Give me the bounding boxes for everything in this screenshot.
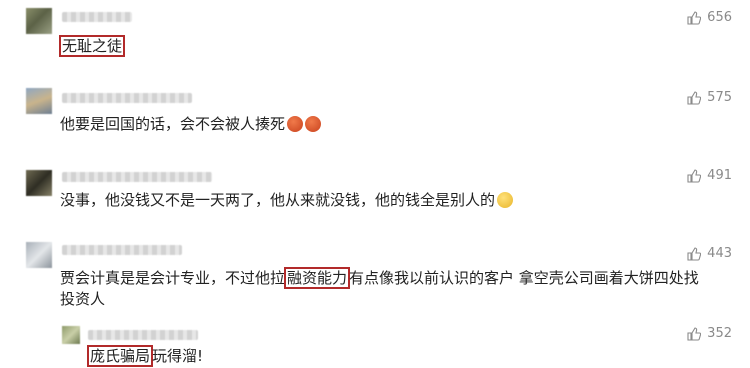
avatar[interactable] — [62, 326, 80, 344]
thumbs-up-icon — [687, 168, 702, 183]
like-button[interactable]: 443 — [687, 246, 732, 261]
like-button[interactable]: 352 — [687, 326, 732, 341]
highlight-box: 无耻之徒 — [59, 35, 126, 57]
avatar[interactable] — [26, 8, 52, 34]
avatar[interactable] — [26, 242, 52, 268]
thumbs-up-icon — [687, 10, 702, 25]
username-blurred[interactable] — [62, 245, 182, 255]
comment-text-line-2: 投资人 — [60, 290, 106, 308]
highlight-box: 融资能力 — [284, 267, 351, 289]
like-count: 352 — [707, 326, 732, 341]
username-blurred[interactable] — [62, 93, 192, 103]
username-blurred[interactable] — [62, 172, 212, 182]
laugh-emoji — [497, 192, 514, 208]
comment-text-line-1: 贾会计真是是会计专业，不过他拉 融资能力 有点像我以前认识的客户 拿空壳公司画着大饼… — [60, 267, 699, 289]
like-count: 443 — [707, 246, 732, 261]
like-count: 491 — [707, 168, 732, 183]
thumbs-up-icon — [687, 326, 702, 341]
like-button[interactable]: 575 — [687, 90, 732, 105]
like-count: 575 — [707, 90, 732, 105]
thumbs-up-icon — [687, 90, 702, 105]
angry-emoji — [305, 116, 322, 132]
comment-text: 没事，他没钱又不是一天两了，他从来就没钱，他的钱全是别人的 — [60, 188, 514, 212]
comment-text: 他要是回国的话，会不会被人揍死 — [60, 112, 322, 136]
angry-emoji — [287, 116, 304, 132]
avatar[interactable] — [26, 170, 52, 196]
like-count: 656 — [707, 10, 732, 25]
highlight-box: 庞氏骗局 — [87, 345, 154, 367]
username-blurred[interactable] — [62, 12, 132, 22]
like-button[interactable]: 491 — [687, 168, 732, 183]
comment-text: 无耻之徒 — [59, 34, 126, 58]
comment-text: 庞氏骗局 玩得溜! — [87, 344, 203, 368]
username-blurred[interactable] — [88, 330, 198, 340]
thumbs-up-icon — [687, 246, 702, 261]
avatar[interactable] — [26, 88, 52, 114]
like-button[interactable]: 656 — [687, 10, 732, 25]
